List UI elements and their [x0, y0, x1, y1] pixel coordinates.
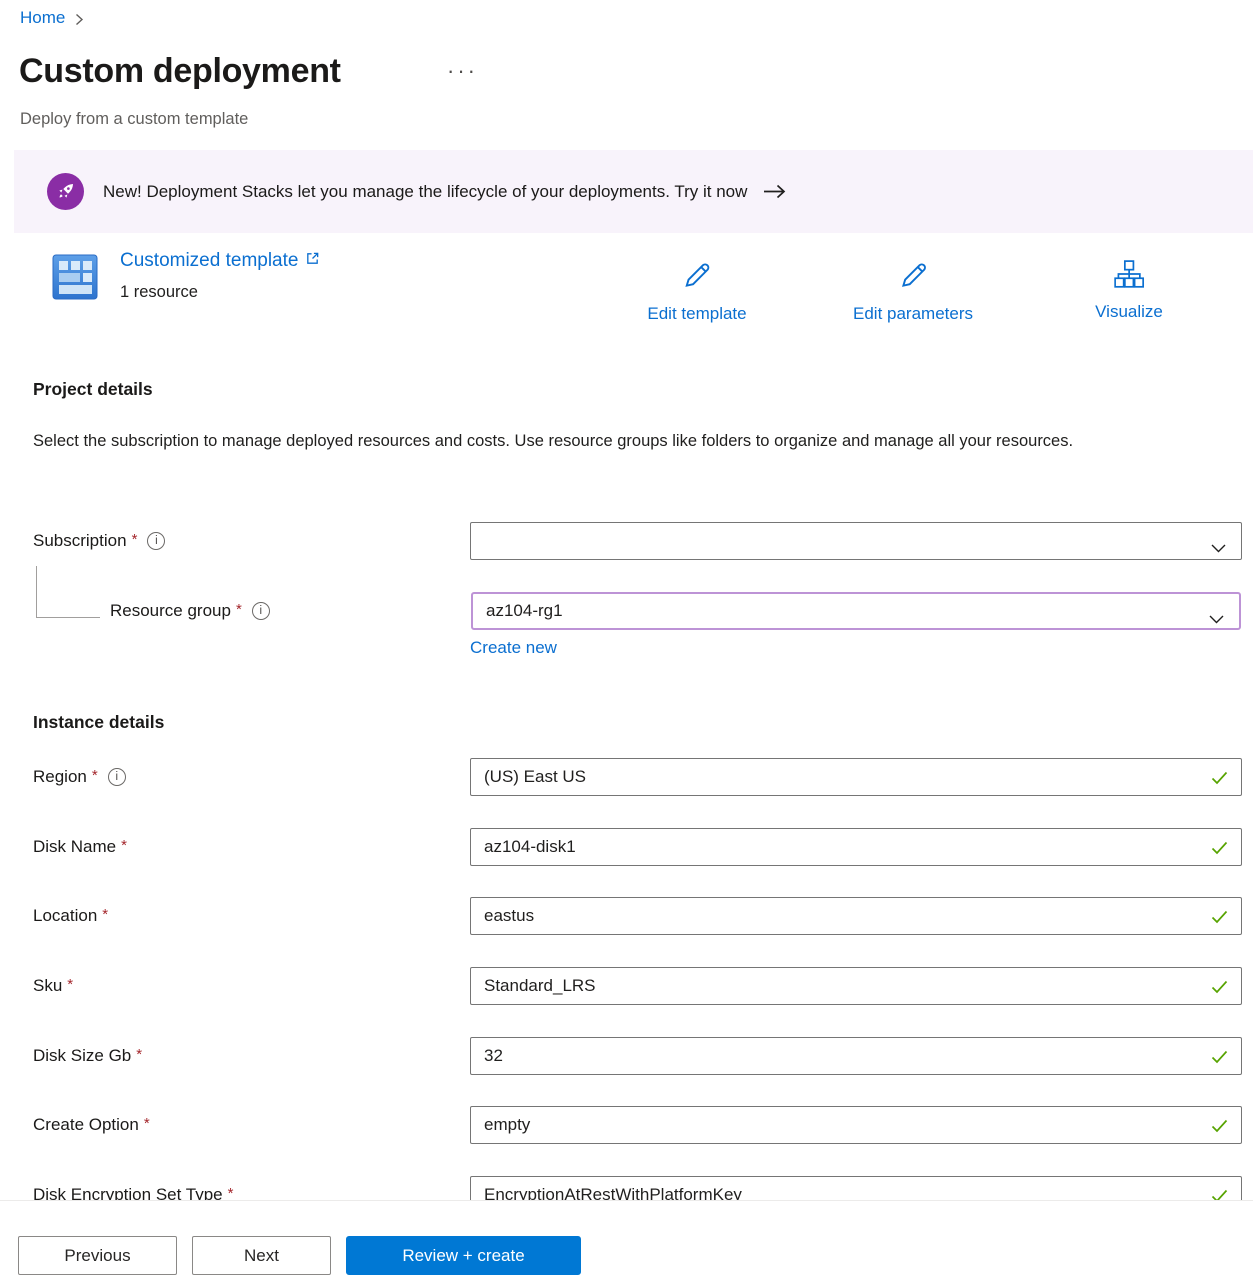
resource-group-dropdown[interactable]: az104-rg1	[471, 592, 1241, 630]
info-icon[interactable]: i	[252, 602, 270, 620]
template-icon	[52, 254, 98, 305]
pencil-icon	[681, 260, 712, 296]
edit-parameters-label: Edit parameters	[853, 304, 973, 324]
visualize-label: Visualize	[1095, 302, 1163, 322]
location-value: eastus	[484, 906, 534, 926]
location-input[interactable]: eastus	[470, 897, 1242, 935]
sku-input[interactable]: Standard_LRS	[470, 967, 1242, 1005]
required-asterisk: *	[136, 1046, 142, 1063]
required-asterisk: *	[121, 837, 127, 854]
breadcrumb-home-link[interactable]: Home	[20, 8, 65, 28]
arrow-right-icon[interactable]	[763, 184, 786, 199]
resource-count: 1 resource	[120, 283, 198, 302]
disk-name-label: Disk Name*	[33, 837, 127, 857]
required-asterisk: *	[132, 531, 138, 548]
resource-group-label: Resource group * i	[110, 601, 270, 621]
disk-size-gb-input[interactable]: 32	[470, 1037, 1242, 1075]
disk-size-gb-label: Disk Size Gb*	[33, 1046, 142, 1066]
sku-value: Standard_LRS	[484, 976, 596, 996]
external-link-icon	[305, 250, 320, 272]
valid-check-icon	[1211, 909, 1228, 929]
subscription-dropdown[interactable]	[470, 522, 1242, 560]
review-create-button[interactable]: Review + create	[346, 1236, 581, 1275]
region-input[interactable]: (US) East US	[470, 758, 1242, 796]
chevron-down-icon	[1211, 538, 1226, 558]
page-title: Custom deployment	[19, 52, 341, 91]
edit-template-button[interactable]: Edit template	[647, 260, 746, 324]
disk-size-gb-value: 32	[484, 1046, 503, 1066]
customized-template-label: Customized template	[120, 250, 298, 272]
valid-check-icon	[1211, 979, 1228, 999]
create-option-value: empty	[484, 1115, 530, 1135]
info-icon[interactable]: i	[108, 768, 126, 786]
edit-parameters-button[interactable]: Edit parameters	[853, 260, 973, 324]
visualize-button[interactable]: Visualize	[1095, 260, 1163, 322]
chevron-down-icon	[1209, 609, 1224, 629]
required-asterisk: *	[92, 767, 98, 784]
valid-check-icon	[1211, 770, 1228, 790]
region-value: (US) East US	[484, 767, 586, 787]
location-label: Location*	[33, 906, 108, 926]
create-option-label: Create Option*	[33, 1115, 150, 1135]
next-button[interactable]: Next	[192, 1236, 331, 1275]
required-asterisk: *	[228, 1185, 234, 1202]
region-label: Region*i	[33, 767, 126, 787]
banner-text: New! Deployment Stacks let you manage th…	[103, 182, 747, 202]
valid-check-icon	[1211, 1049, 1228, 1069]
valid-check-icon	[1211, 1118, 1228, 1138]
instance-details-heading: Instance details	[33, 712, 164, 733]
custom-deployment-page: Home Custom deployment ··· Deploy from a…	[0, 0, 1253, 1280]
create-option-input[interactable]: empty	[470, 1106, 1242, 1144]
required-asterisk: *	[144, 1115, 150, 1132]
edit-template-label: Edit template	[647, 304, 746, 324]
info-icon[interactable]: i	[147, 532, 165, 550]
customized-template-link[interactable]: Customized template	[120, 250, 320, 272]
disk-name-value: az104-disk1	[484, 837, 576, 857]
project-details-description: Select the subscription to manage deploy…	[33, 426, 1183, 457]
footer-bar: Previous Next Review + create	[0, 1200, 1253, 1280]
required-asterisk: *	[67, 976, 73, 993]
field-connector-line	[36, 566, 100, 618]
chevron-right-icon	[75, 13, 84, 26]
disk-name-input[interactable]: az104-disk1	[470, 828, 1242, 866]
hierarchy-icon	[1114, 260, 1144, 294]
rocket-icon	[47, 173, 84, 210]
more-actions-ellipsis-icon[interactable]: ···	[447, 58, 478, 84]
breadcrumb: Home	[20, 8, 84, 28]
pencil-icon	[898, 260, 929, 296]
create-new-link[interactable]: Create new	[470, 638, 557, 658]
previous-button[interactable]: Previous	[18, 1236, 177, 1275]
deployment-stacks-banner[interactable]: New! Deployment Stacks let you manage th…	[14, 150, 1253, 233]
required-asterisk: *	[102, 906, 108, 923]
required-asterisk: *	[236, 601, 242, 618]
resource-group-value: az104-rg1	[486, 601, 563, 621]
page-subtitle: Deploy from a custom template	[20, 110, 248, 129]
project-details-heading: Project details	[33, 379, 153, 400]
subscription-label: Subscription * i	[33, 531, 165, 551]
valid-check-icon	[1211, 840, 1228, 860]
sku-label: Sku*	[33, 976, 73, 996]
